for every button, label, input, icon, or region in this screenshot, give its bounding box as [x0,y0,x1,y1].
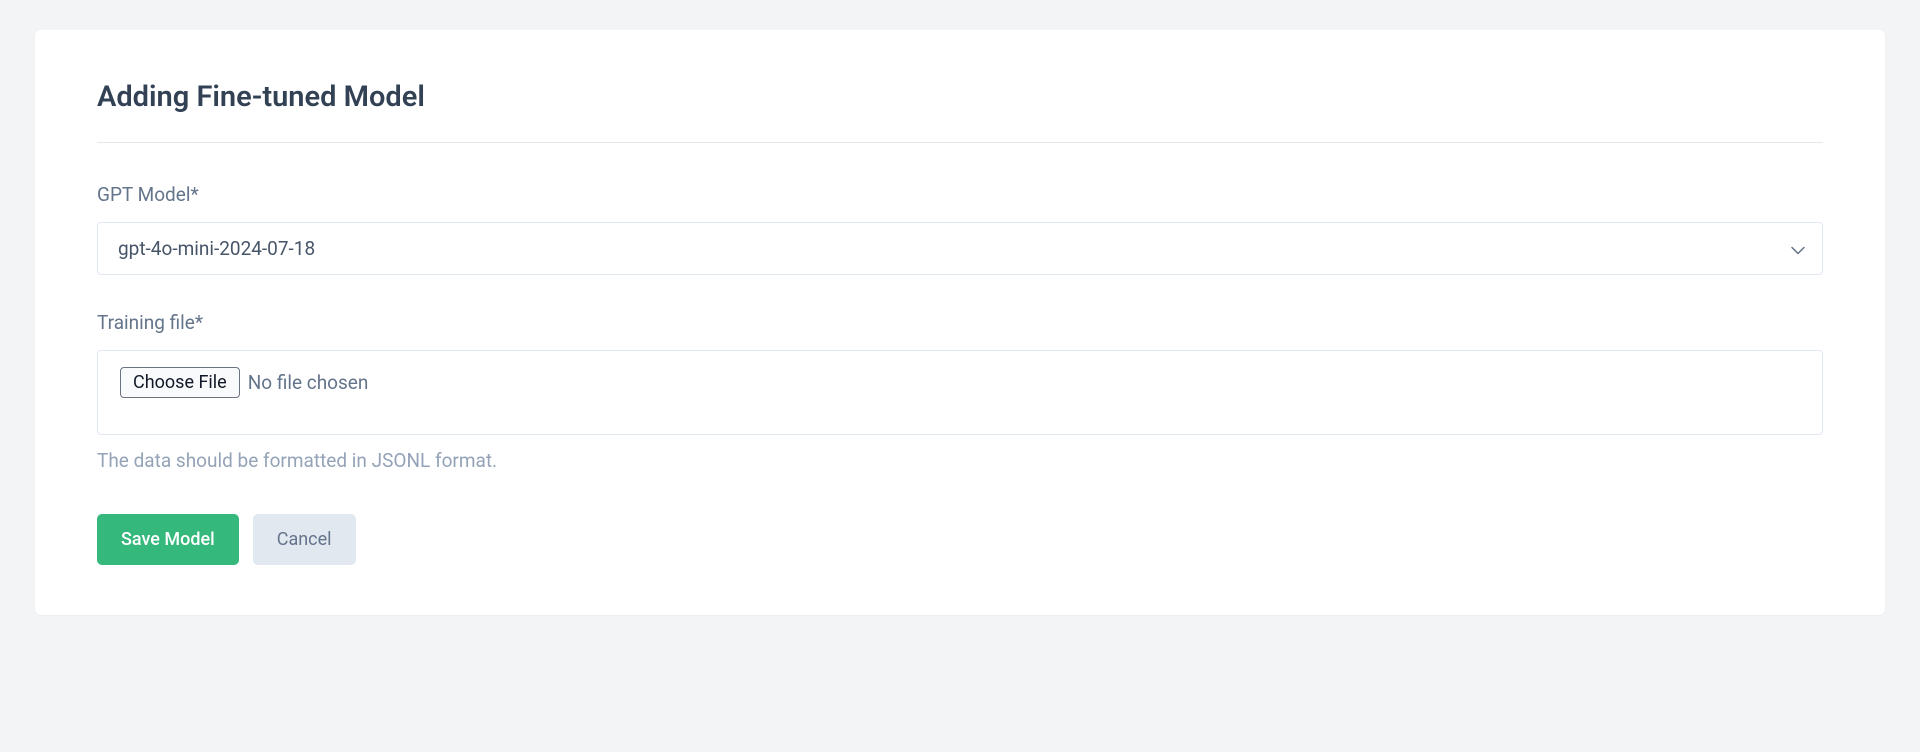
training-file-group: Training file* Choose File No file chose… [97,311,1823,472]
gpt-model-group: GPT Model* gpt-4o-mini-2024-07-18 [97,183,1823,275]
file-status-text: No file chosen [248,371,369,394]
choose-file-button[interactable]: Choose File [120,367,240,398]
page-title: Adding Fine-tuned Model [97,80,1823,114]
action-buttons: Save Model Cancel [97,514,1823,565]
divider [97,142,1823,143]
training-file-input[interactable]: Choose File No file chosen [97,350,1823,435]
gpt-model-select-wrapper: gpt-4o-mini-2024-07-18 [97,222,1823,275]
form-card: Adding Fine-tuned Model GPT Model* gpt-4… [35,30,1885,615]
training-file-label: Training file* [97,311,1823,334]
cancel-button[interactable]: Cancel [253,514,356,565]
gpt-model-label: GPT Model* [97,183,1823,206]
save-button[interactable]: Save Model [97,514,239,565]
gpt-model-select[interactable]: gpt-4o-mini-2024-07-18 [97,222,1823,275]
training-file-helper: The data should be formatted in JSONL fo… [97,449,1823,472]
